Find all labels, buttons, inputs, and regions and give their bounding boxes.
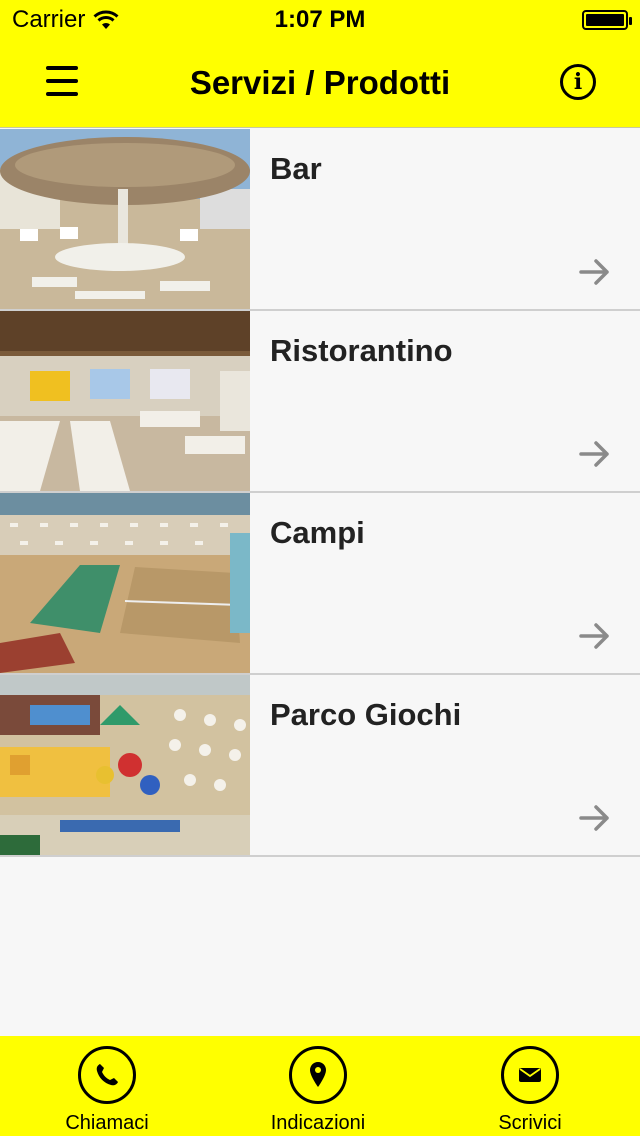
list-item-label: Bar (270, 151, 322, 186)
battery-icon (582, 10, 632, 30)
list-item-bar[interactable]: Bar (0, 129, 640, 311)
directions-button[interactable] (289, 1046, 347, 1104)
tab-scrivici[interactable]: Scrivici (450, 1046, 610, 1135)
tab-chiamaci[interactable]: Chiamaci (27, 1046, 187, 1135)
list-item-label: Campi (270, 515, 365, 550)
status-left: Carrier (12, 6, 119, 34)
phone-button[interactable] (78, 1046, 136, 1104)
campi-image (0, 493, 250, 673)
list-item-label: Ristorantino (270, 333, 453, 368)
email-button[interactable] (501, 1046, 559, 1104)
arrow-right-icon (579, 805, 609, 831)
list-item-label: Parco Giochi (270, 697, 462, 732)
info-button[interactable]: i (560, 64, 596, 100)
tab-label: Chiamaci (65, 1112, 149, 1134)
phone-icon (96, 1064, 118, 1086)
ristorantino-image (0, 311, 250, 491)
page-title: Servizi / Prodotti (189, 64, 451, 101)
arrow-right-icon (579, 259, 609, 285)
tab-label: Indicazioni (270, 1112, 366, 1134)
tab-label: Scrivici (498, 1112, 562, 1134)
location-pin-icon (310, 1062, 326, 1087)
nav-bar: Servizi / Prodotti i (0, 40, 640, 128)
list-item-parco-giochi[interactable]: Parco Giochi (0, 675, 640, 857)
list-item-ristorantino[interactable]: Ristorantino (0, 311, 640, 493)
info-icon: i (573, 69, 583, 95)
tab-indicazioni[interactable]: Indicazioni (238, 1046, 398, 1135)
list-item-campi[interactable]: Campi (0, 493, 640, 675)
arrow-right-icon (579, 441, 609, 467)
arrow-right-icon (579, 623, 609, 649)
parco-giochi-image (0, 675, 250, 855)
services-list: Bar Ristorantino Campi Parco Giochi (0, 129, 640, 857)
carrier-label: Carrier (12, 6, 86, 33)
bar-image (0, 129, 250, 309)
tab-bar: Chiamaci Indicazioni Scrivici (0, 1036, 640, 1136)
envelope-icon (519, 1068, 541, 1082)
wifi-icon (93, 10, 119, 29)
status-bar: Carrier 1:07 PM (0, 0, 640, 40)
